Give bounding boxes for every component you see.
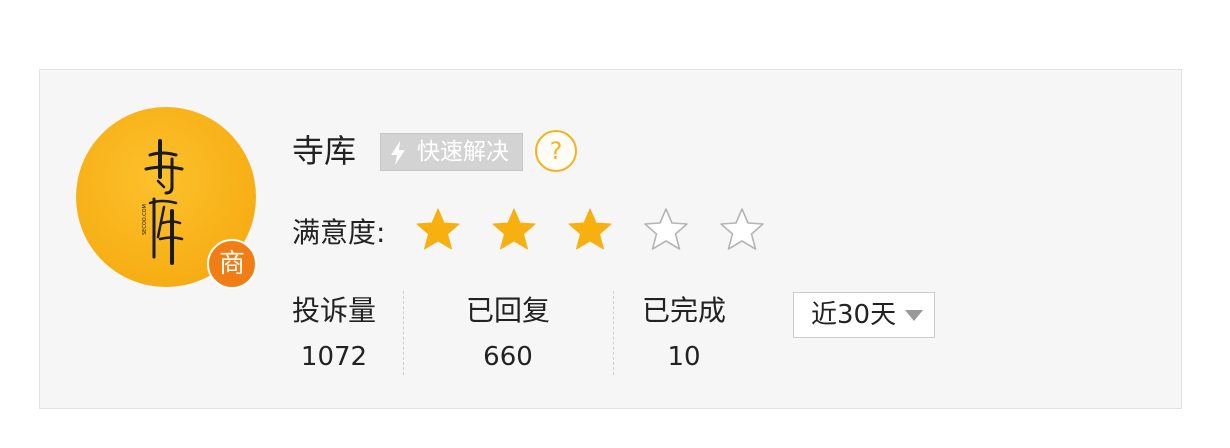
svg-text:SECOO.COM: SECOO.COM [142,204,148,235]
triangle-down-icon [905,310,923,321]
fast-resolve-badge: 快速解决 [380,133,523,171]
satisfaction-label: 满意度: [292,216,386,249]
lightning-icon [389,140,407,177]
star-filled-icon [414,206,462,254]
star-filled-icon [566,206,614,254]
star-empty-icon [642,206,690,254]
question-circle-icon[interactable]: ? [535,130,577,172]
merchant-badge: 商 [207,239,257,289]
stat-divider [403,291,404,375]
stat-label: 已回复 [466,294,551,327]
fast-resolve-label: 快速解决 [417,139,509,165]
stat-value: 660 [483,342,533,372]
stat-divider [613,291,614,375]
period-select-value: 近30天 [811,300,897,330]
stat-replied: 已回复 660 [466,293,550,377]
stat-value: 10 [667,342,701,372]
star-empty-icon [718,206,766,254]
stat-value: 1072 [300,342,368,372]
star-filled-icon [490,206,538,254]
stat-label: 投诉量 [292,294,377,327]
period-select[interactable]: 近30天 [793,292,935,338]
stat-completed: 已完成 10 [642,293,726,377]
stat-label: 已完成 [642,294,727,327]
shop-name[interactable]: 寺库 [292,131,356,171]
stat-complaints: 投诉量 1072 [292,293,376,377]
